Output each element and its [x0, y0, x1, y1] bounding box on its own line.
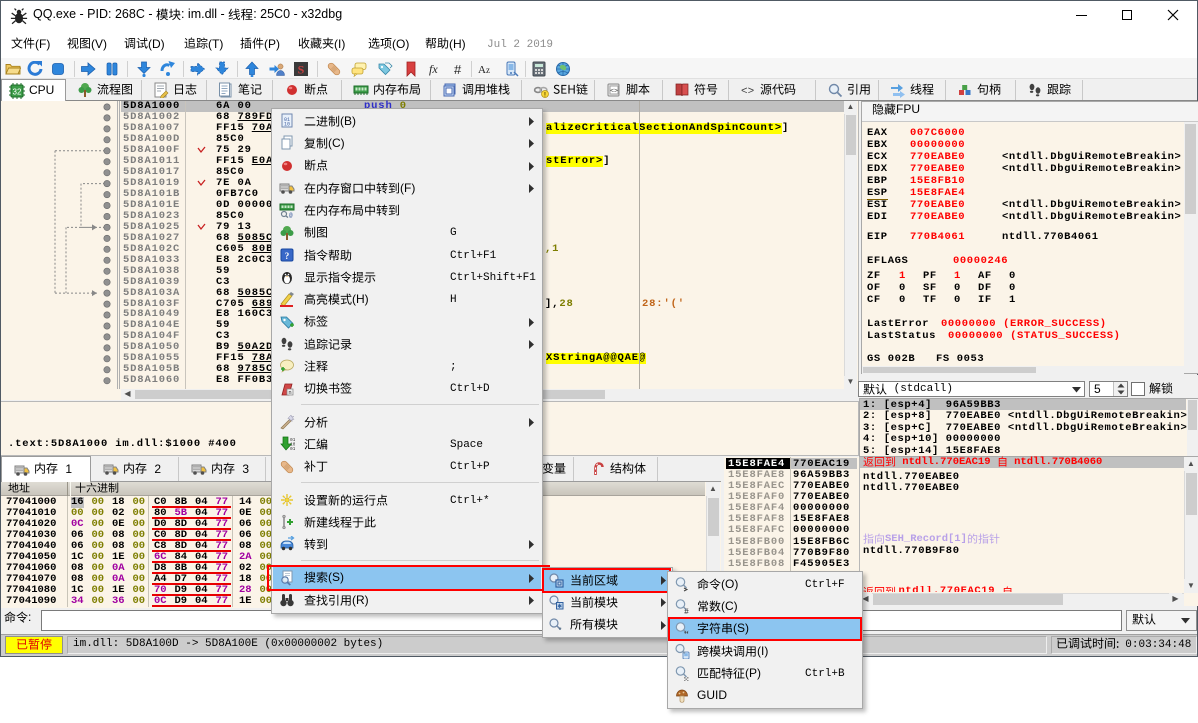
svg-text:*: *: [558, 626, 561, 633]
svg-text:?: ?: [285, 251, 290, 261]
svg-text:S: S: [298, 63, 305, 77]
svg-text:01: 01: [290, 446, 295, 452]
svg-text:<>: <>: [741, 86, 754, 98]
svg-text:#: #: [454, 62, 462, 77]
svg-text:✱: ✱: [557, 603, 562, 610]
svg-text:@: @: [289, 212, 293, 218]
svg-text:n: n: [288, 389, 291, 396]
svg-text:10: 10: [284, 122, 290, 128]
svg-text:#: #: [684, 607, 689, 614]
svg-text:32: 32: [13, 87, 22, 96]
svg-text:<>: <>: [610, 88, 618, 95]
svg-text:fx: fx: [429, 62, 438, 76]
svg-text:!: !: [544, 92, 546, 98]
svg-text:Az: Az: [478, 64, 490, 76]
